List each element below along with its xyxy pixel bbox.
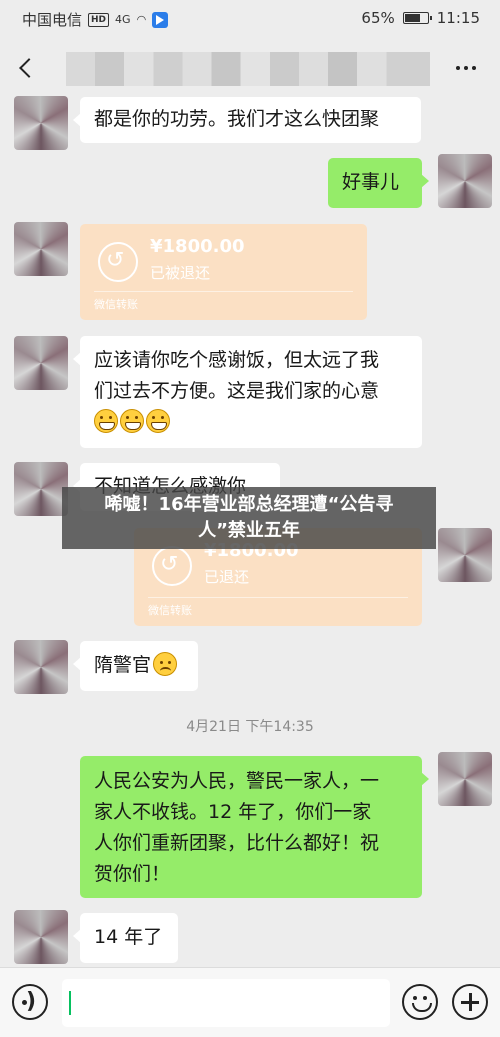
hd-badge: HD (88, 12, 110, 27)
clock: 11:15 (436, 9, 480, 27)
message-bubble[interactable]: 人民公安为人民，警民一家人，一 家人不收钱。12 年了，你们一家 人你们重新团聚… (80, 756, 429, 898)
avatar[interactable] (14, 910, 68, 964)
transfer-footer: 微信转账 (148, 604, 192, 617)
message-bubble[interactable]: 应该请你吃个感谢饭，但太远了我 们过去不方便。这是我们家的心意 (73, 336, 422, 448)
chat-title-pixelated (66, 52, 430, 86)
input-bar (0, 967, 500, 1037)
avatar[interactable] (14, 462, 68, 516)
message-bubble[interactable]: 隋警官 (73, 641, 198, 691)
grin-emoji-icon (94, 409, 118, 433)
message-text: 14 年了 (94, 926, 163, 948)
transfer-status: 已退还 (204, 568, 250, 586)
avatar[interactable] (438, 154, 492, 208)
transfer-amount: ¥1800.00 (150, 236, 245, 257)
avatar[interactable] (438, 752, 492, 806)
grin-emoji-icon (120, 409, 144, 433)
message-text: 好事儿 (342, 171, 400, 193)
emoji-icon[interactable] (402, 984, 438, 1020)
text-caret (69, 991, 71, 1015)
plus-icon[interactable] (452, 984, 488, 1020)
message-text-line: 家人不收钱。12 年了，你们一家 (94, 801, 372, 823)
message-text: 隋警官 (94, 654, 152, 676)
message-text-line: 人民公安为人民，警民一家人，一 (94, 770, 380, 792)
avatar[interactable] (14, 640, 68, 694)
message-bubble[interactable]: 好事儿 (328, 158, 429, 208)
battery-percent: 65% (361, 9, 395, 27)
grin-emoji-icon (146, 409, 170, 433)
network-label: 4G (115, 13, 131, 26)
sad-emoji-icon (153, 652, 178, 676)
refund-icon (152, 546, 192, 586)
transfer-status: 已被退还 (150, 264, 211, 282)
avatar[interactable] (14, 222, 68, 276)
message-text-line: 人你们重新团聚，比什么都好！祝 (94, 832, 380, 854)
refund-icon (98, 242, 138, 282)
battery-icon (402, 12, 432, 24)
wifi-icon: ◠ (136, 13, 147, 26)
status-bar: 中国电信 HD 4G ◠ 65% 11:15 (0, 0, 500, 38)
emoji-row (94, 407, 408, 438)
news-caption-overlay: 唏嘘！16年营业部总经理遭“公告寻 人”禁业五年 (62, 487, 436, 549)
avatar[interactable] (438, 528, 492, 582)
message-text: 都是你的功劳。我们才这么快团聚 (94, 108, 380, 130)
transfer-card[interactable]: ¥1800.00 已被退还 微信转账 (80, 224, 367, 320)
app-notification-icon (152, 11, 169, 28)
carrier-label: 中国电信 (22, 11, 83, 29)
timestamp: 4月21日 下午14:35 (186, 719, 314, 735)
avatar[interactable] (14, 96, 68, 150)
chat-header (0, 38, 500, 98)
message-text-line: 们过去不方便。这是我们家的心意 (94, 380, 380, 402)
message-text-line: 应该请你吃个感谢饭，但太远了我 (94, 349, 380, 371)
avatar[interactable] (14, 336, 68, 390)
transfer-footer: 微信转账 (94, 298, 138, 311)
more-icon[interactable] (456, 66, 476, 70)
message-input[interactable] (62, 979, 390, 1027)
back-arrow-icon[interactable] (14, 54, 40, 82)
message-bubble[interactable]: 14 年了 (73, 913, 178, 963)
caption-line: 人”禁业五年 (198, 520, 300, 541)
voice-icon[interactable] (12, 984, 48, 1020)
message-text-line: 贺你们！ (94, 863, 171, 885)
caption-line: 唏嘘！16年营业部总经理遭“公告寻 (104, 494, 394, 515)
message-bubble[interactable]: 都是你的功劳。我们才这么快团聚 (73, 97, 421, 143)
